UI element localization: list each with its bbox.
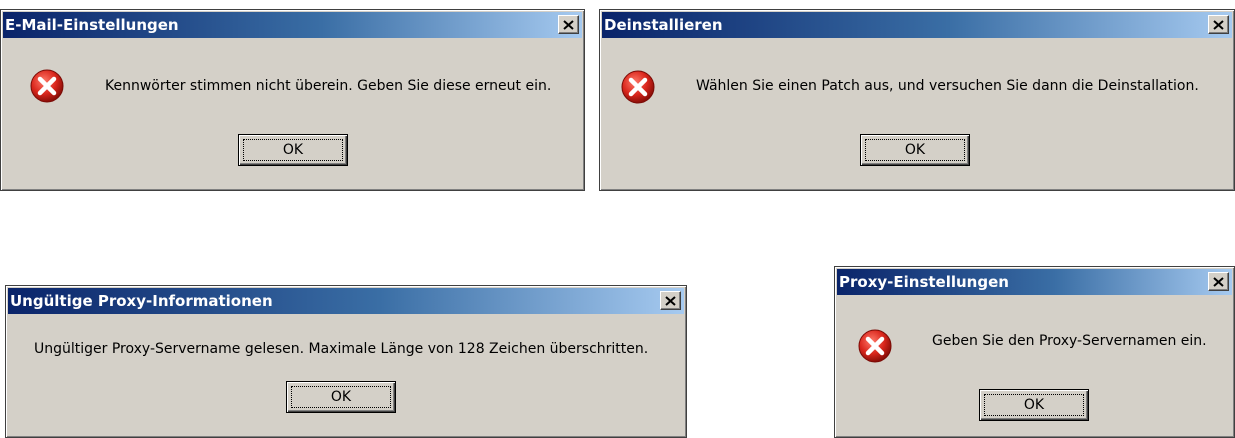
close-button[interactable] [558,15,579,34]
dialog-message: Kennwörter stimmen nicht überein. Geben … [105,78,552,94]
dialog-message: Geben Sie den Proxy-Servernamen ein. [932,333,1207,349]
dialog-title-bar[interactable]: Ungültige Proxy-Informationen [8,288,684,314]
dialog-title: Ungültige Proxy-Informationen [10,292,273,310]
ok-button-label: OK [330,389,352,405]
ok-button[interactable]: OK [286,381,396,413]
error-icon [858,329,892,363]
dialog-message: Ungültiger Proxy-Servername gelesen. Max… [34,341,649,357]
dialog-uninstall: Deinstallieren Wählen Sie einen Patch au… [599,9,1235,191]
close-icon [563,19,574,30]
close-button[interactable] [1208,15,1229,34]
dialog-title-bar[interactable]: Deinstallieren [602,12,1232,38]
dialog-message: Wählen Sie einen Patch aus, und versuche… [696,78,1199,94]
close-button[interactable] [660,291,681,310]
ok-button-label: OK [1023,397,1045,413]
dialog-title-bar[interactable]: E-Mail-Einstellungen [3,12,582,38]
ok-button[interactable]: OK [979,389,1089,421]
dialog-title-bar[interactable]: Proxy-Einstellungen [837,269,1232,295]
ok-button[interactable]: OK [860,134,970,166]
close-button[interactable] [1208,272,1229,291]
dialog-title: Proxy-Einstellungen [839,273,1009,291]
dialog-title: E-Mail-Einstellungen [5,16,179,34]
close-icon [665,295,676,306]
dialog-invalid-proxy-info: Ungültige Proxy-Informationen Ungültiger… [5,285,687,438]
ok-button-label: OK [904,142,926,158]
dialog-title: Deinstallieren [604,16,723,34]
ok-button[interactable]: OK [238,134,348,166]
error-icon [621,70,655,104]
close-icon [1213,276,1224,287]
error-icon [30,69,64,103]
dialog-proxy-settings: Proxy-Einstellungen Geben Sie den Proxy-… [834,266,1235,438]
ok-button-label: OK [282,142,304,158]
close-icon [1213,19,1224,30]
dialog-email-settings: E-Mail-Einstellungen Kennwörter stimmen … [0,9,585,191]
